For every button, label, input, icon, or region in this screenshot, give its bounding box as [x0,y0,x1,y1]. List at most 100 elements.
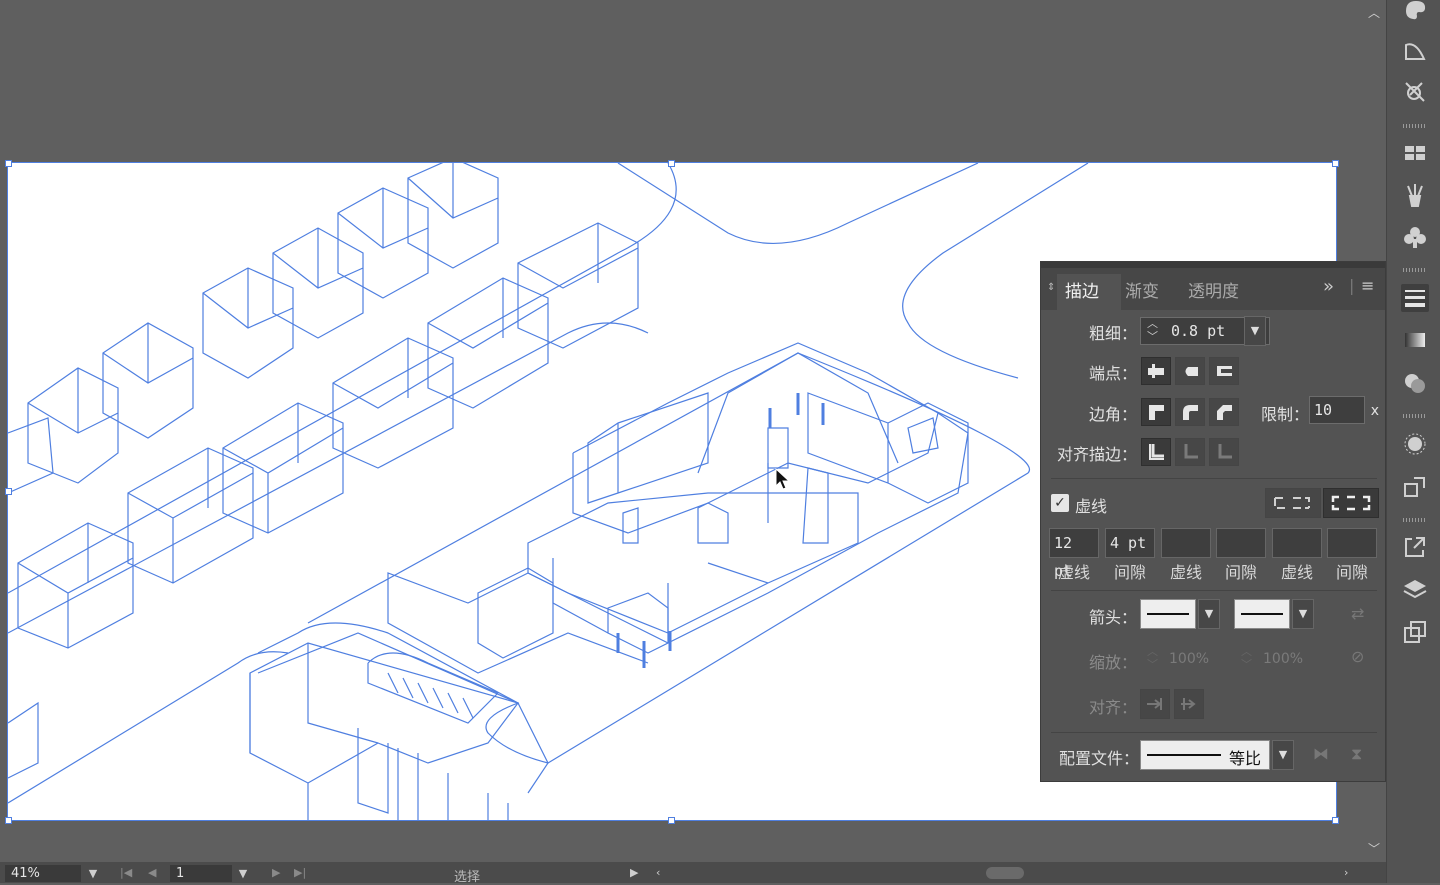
arrow-extend-button[interactable] [1140,689,1170,719]
arrow-place-button[interactable] [1174,689,1204,719]
swatches-icon[interactable] [1401,139,1429,167]
expand-panel-icon[interactable]: » [1323,276,1334,297]
flip-across-icon[interactable]: ⧗ [1351,744,1362,764]
selection-handle[interactable] [1332,817,1339,824]
flip-along-icon[interactable]: ⧓ [1313,744,1329,763]
artboard-dropdown-icon[interactable]: ▼ [232,865,254,882]
tab-transparency[interactable]: 透明度 [1188,274,1239,310]
appearance-sun-icon[interactable] [1401,430,1429,458]
divider [1051,478,1377,479]
transparency-icon[interactable] [1401,369,1429,397]
scroll-up-icon[interactable]: ︿ [1368,4,1380,21]
selection-handle[interactable] [5,817,12,824]
arrowhead-start-dropdown-icon[interactable]: ▼ [1198,599,1220,629]
next-artboard-icon[interactable]: ▶ [272,866,280,879]
scale-end-stepper-icon[interactable]: ︿ ﹀ [1241,645,1252,671]
miter-join-button[interactable] [1141,398,1171,426]
gap-1-label: 间隙 [1113,563,1146,582]
weight-dropdown-icon[interactable]: ▼ [1244,316,1266,346]
layers-icon[interactable] [1401,576,1429,604]
weight-label: 粗细： [1088,324,1137,343]
scale-start-stepper-icon[interactable]: ︿ ﹀ [1147,645,1158,671]
zoom-dropdown-icon[interactable]: ▼ [82,865,104,882]
dash-3-field[interactable] [1272,528,1322,558]
profile-label: 配置文件： [1058,749,1139,768]
round-cap-button[interactable] [1175,357,1205,385]
gap-1-field[interactable]: 4 pt [1105,528,1155,558]
divider [1051,732,1377,733]
horizontal-scroll-thumb[interactable] [986,867,1024,879]
scroll-down-icon[interactable]: ﹀ [1368,840,1380,857]
color-palette-icon[interactable] [1401,0,1429,24]
dash-2-label: 虚线 [1169,563,1202,582]
brushes-icon[interactable] [1401,181,1429,209]
scale-start-value[interactable]: 100% [1169,644,1209,674]
dash-1-field[interactable]: 12 pt [1049,528,1099,580]
tab-stroke[interactable]: 描边 [1057,274,1121,310]
link-scale-icon[interactable]: ⊘ [1351,647,1364,666]
dock-grip[interactable] [1403,414,1425,418]
panel-tab-bar: ⇕ 描边 渐变 透明度 » | ≡ [1041,262,1385,310]
arrow-align-label: 对齐： [1088,698,1137,717]
dash-2-field[interactable] [1161,528,1211,558]
prev-artboard-icon[interactable]: ◀ [148,866,156,879]
selection-handle[interactable] [668,160,675,167]
dock-grip[interactable] [1403,268,1425,272]
stroke-panel-icon[interactable] [1401,284,1429,312]
align-dash-corners-button[interactable] [1323,488,1379,518]
selection-handle[interactable] [668,817,675,824]
dock-grip[interactable] [1403,518,1425,522]
corner-label: 边角： [1088,405,1137,424]
collapse-arrows-icon[interactable]: ⇕ [1047,282,1055,293]
gap-2-field[interactable] [1216,528,1266,558]
last-artboard-icon[interactable]: ▶| [294,866,306,879]
dock-grip[interactable] [1403,124,1425,128]
bevel-join-button[interactable] [1209,398,1239,426]
gradient-shape-icon[interactable] [1401,36,1429,64]
gap-3-field[interactable] [1327,528,1377,558]
selection-handle[interactable] [5,488,12,495]
zoom-field[interactable]: 41% [5,865,81,882]
status-menu-icon[interactable]: ▶ [630,866,638,879]
gradient-panel-icon[interactable] [1401,326,1429,354]
align-inside-button[interactable] [1175,438,1205,466]
dashed-checkbox[interactable]: ✓ [1051,494,1069,512]
dash-3-label: 虚线 [1280,563,1313,582]
selection-handle[interactable] [1332,160,1339,167]
scroll-right-icon[interactable]: › [1344,866,1348,879]
align-outside-button[interactable] [1209,438,1239,466]
projecting-cap-button[interactable] [1209,357,1239,385]
scroll-left-icon[interactable]: ‹ [656,866,660,879]
arrowhead-end-dropdown-icon[interactable]: ▼ [1292,599,1314,629]
profile-value: 等比 [1229,749,1262,768]
first-artboard-icon[interactable]: |◀ [120,866,132,879]
profile-select[interactable]: 等比 [1140,740,1270,770]
scale-label: 缩放： [1088,653,1137,672]
cap-label: 端点： [1088,364,1137,383]
panel-menu-icon[interactable]: ≡ [1361,276,1374,295]
weight-stepper-icon[interactable]: ︿ ﹀ [1147,317,1158,343]
round-join-button[interactable] [1175,398,1205,426]
profile-dropdown-icon[interactable]: ▼ [1272,740,1294,770]
symbols-club-icon[interactable] [1401,223,1429,251]
arrowhead-end-select[interactable] [1234,599,1290,629]
artboard-number-field[interactable]: 1 [170,865,232,882]
arrowhead-start-select[interactable] [1140,599,1196,629]
limit-label: 限制： [1260,405,1309,424]
status-mode: 选择 [454,870,481,885]
separator: | [1349,276,1355,295]
pathfinder-node-icon[interactable] [1401,78,1429,106]
selection-handle[interactable] [5,160,12,167]
artboards-icon[interactable] [1401,618,1429,646]
butt-cap-button[interactable] [1141,357,1171,385]
stroke-panel: ⇕ 描边 渐变 透明度 » | ≡ 粗细： 0.8 pt ︿ ﹀ ▼ 端点： 边角… [1040,261,1386,782]
swap-arrows-icon[interactable]: ⇄ [1351,604,1364,623]
limit-field[interactable]: 10 [1309,396,1365,424]
transform-icon[interactable] [1401,473,1429,501]
divider [1051,590,1377,591]
export-icon[interactable] [1401,533,1429,561]
scale-end-value[interactable]: 100% [1263,644,1303,674]
align-center-button[interactable] [1141,438,1171,466]
tab-gradient[interactable]: 渐变 [1125,274,1159,310]
preserve-dash-button[interactable] [1265,488,1321,518]
